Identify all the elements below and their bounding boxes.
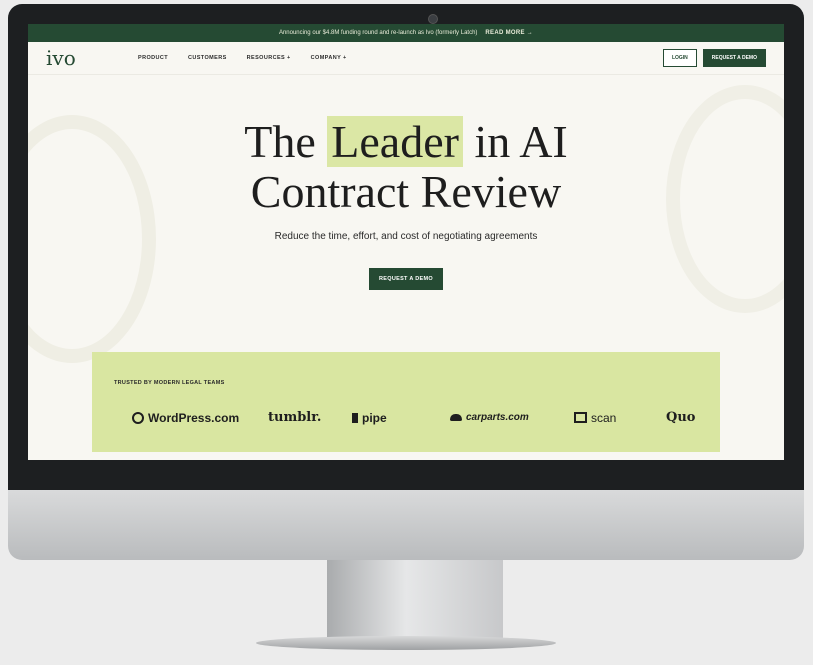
nav-company[interactable]: COMPANY + <box>311 55 347 61</box>
logo-carparts: carparts.com <box>450 412 574 423</box>
logo-tumblr: tumblr. <box>268 410 322 425</box>
hero-subtitle: Reduce the time, effort, and cost of neg… <box>274 231 538 242</box>
nav-resources[interactable]: RESOURCES + <box>247 55 291 61</box>
hero-title-line2: Contract Review <box>250 166 562 217</box>
read-more-link[interactable]: READ MORE → <box>485 30 533 36</box>
camera-icon <box>428 14 438 24</box>
pipe-icon <box>352 412 358 423</box>
nav-links: PRODUCT CUSTOMERS RESOURCES + COMPANY + <box>138 55 347 61</box>
carparts-text: carparts.com <box>466 412 529 423</box>
top-nav: ivo PRODUCT CUSTOMERS RESOURCES + COMPAN… <box>28 42 784 75</box>
banner-text: Announcing our $4.8M funding round and r… <box>278 30 478 36</box>
monitor-stand-foot <box>256 636 556 650</box>
login-button[interactable]: LOGIN <box>662 49 697 67</box>
trusted-by-section: TRUSTED BY MODERN LEGAL TEAMS WordPress.… <box>92 352 720 452</box>
logo-quo: Quo <box>666 410 696 425</box>
hero-title-highlight: Leader <box>327 116 463 167</box>
request-demo-hero-button[interactable]: REQUEST A DEMO <box>369 268 443 290</box>
announcement-banner: Announcing our $4.8M funding round and r… <box>28 24 784 42</box>
wordpress-text: WordPress.com <box>148 410 240 425</box>
nav-customers[interactable]: CUSTOMERS <box>188 55 227 61</box>
hero-title-pre: The <box>244 116 316 167</box>
customer-logos: WordPress.com tumblr. pipe carparts.com … <box>132 410 720 425</box>
wordpress-icon <box>132 411 144 424</box>
logo-wordpress: WordPress.com <box>132 411 268 425</box>
car-icon <box>450 414 462 421</box>
nav-product[interactable]: PRODUCT <box>138 55 168 61</box>
hero-title: The Leader in AI Contract Review <box>28 75 784 217</box>
trusted-label: TRUSTED BY MODERN LEGAL TEAMS <box>114 380 225 386</box>
request-demo-nav-button[interactable]: REQUEST A DEMO <box>702 49 766 67</box>
scan-text: scan <box>591 410 617 425</box>
browser-viewport: Announcing our $4.8M funding round and r… <box>28 24 784 460</box>
logo-pipe: pipe <box>352 411 450 425</box>
hero-section: The Leader in AI Contract Review Reduce … <box>28 75 784 363</box>
monitor-stand-neck <box>327 560 503 638</box>
pipe-text: pipe <box>362 410 387 425</box>
scan-icon <box>574 412 587 423</box>
ivo-logo[interactable]: ivo <box>46 46 106 70</box>
hero-title-post: in AI <box>474 116 568 167</box>
monitor-chin <box>8 490 804 560</box>
nav-actions: LOGIN REQUEST A DEMO <box>662 49 766 67</box>
logo-scan: scan <box>574 411 666 425</box>
